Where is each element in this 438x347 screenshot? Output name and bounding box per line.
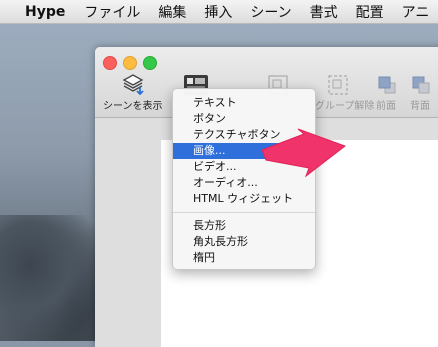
annotation-arrow: [261, 128, 347, 178]
